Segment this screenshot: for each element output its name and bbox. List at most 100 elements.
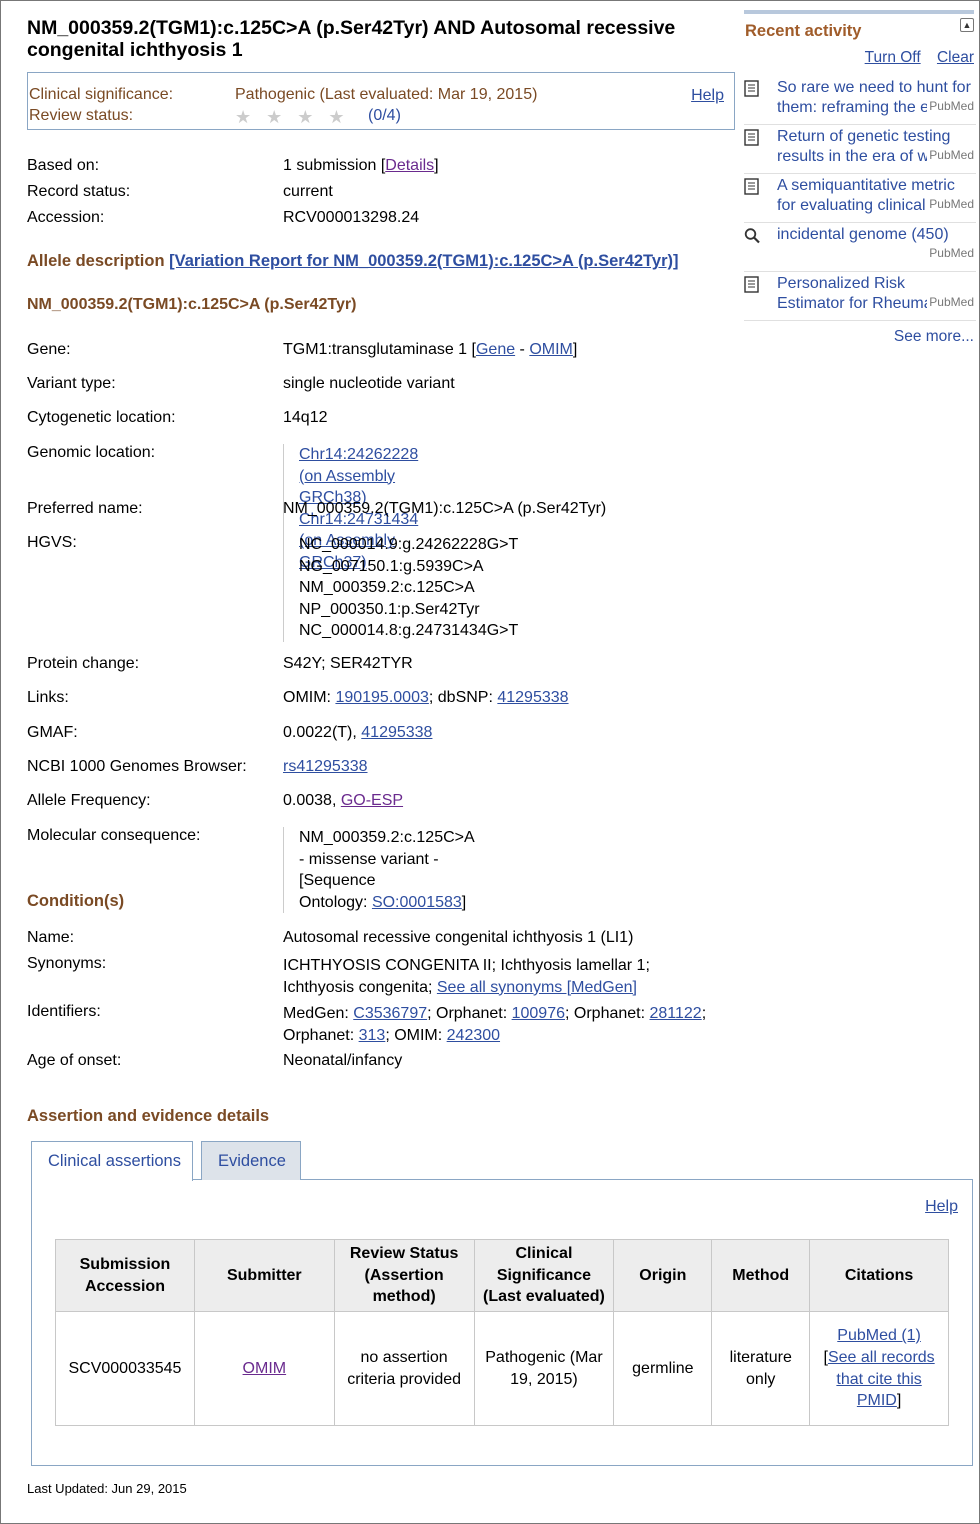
synonyms-label: Synonyms: [27,955,107,972]
cytogenetic-value: 14q12 [283,409,328,426]
genomic-location-label: Genomic location: [27,444,156,461]
recent-activity-source: PubMed [927,246,974,260]
submitter-cell: OMIM [193,1311,335,1426]
record-status-label: Record status: [27,183,131,200]
hgvs-list: NC_000014.9:g.24262228G>T NG_007150.1:g.… [283,534,518,642]
clear-link[interactable]: Clear [937,49,974,66]
hgvs-item: NC_000014.8:g.24731434G>T [299,622,519,640]
recent-activity-item[interactable]: incidental genome (450) PubMed [744,223,976,272]
significance-box: Clinical significance: Pathogenic (Last … [27,72,735,130]
genomes-browser-link[interactable]: rs41295338 [283,758,368,775]
age-of-onset-label: Age of onset: [27,1052,122,1069]
omim-condition-link[interactable]: 242300 [447,1027,500,1044]
allele-name-heading: NM_000359.2(TGM1):c.125C>A (p.Ser42Tyr) [27,296,357,313]
tab-divider [193,1179,973,1180]
age-of-onset-value: Neonatal/infancy [283,1052,403,1069]
page-title: NM_000359.2(TGM1):c.125C>A (p.Ser42Tyr) … [27,17,676,61]
molecular-consequence-value: NM_000359.2:c.125C>A - missense variant … [283,827,474,914]
recent-activity-item[interactable]: Return of genetic testing results in the… [744,125,976,174]
pubmed-citation-link[interactable]: PubMed (1) [837,1327,921,1344]
tab-clinical-assertions[interactable]: Clinical assertions [31,1141,193,1181]
table-row: SCV000033545 OMIM no assertion criteria … [55,1311,949,1426]
orphanet-link[interactable]: 100976 [512,1005,565,1022]
tab-evidence[interactable]: Evidence [201,1141,301,1180]
document-icon [744,80,759,97]
submitter-link[interactable]: OMIM [243,1360,287,1377]
see-more-link[interactable]: See more... [744,328,974,346]
cytogenetic-label: Cytogenetic location: [27,409,176,426]
sequence-ontology-link[interactable]: SO:0001583 [372,894,462,911]
allele-frequency-value: 0.0038, GO-ESP [283,792,404,809]
recent-activity-actions: Turn Off Clear [744,49,974,67]
hgvs-item: NP_000350.1:p.Ser42Tyr [299,600,480,618]
allele-description-heading: Allele description [Variation Report for… [27,252,679,270]
hgvs-label: HGVS: [27,534,77,551]
identifiers-value: MedGen: C3536797; Orphanet: 100976; Orph… [283,1005,707,1044]
recent-activity-source: PubMed [927,295,974,309]
hgvs-item: NM_000359.2:c.125C>A [299,579,475,597]
gene-link[interactable]: Gene [476,341,515,358]
submissions-table: Submission Accession Submitter Review St… [55,1239,949,1426]
submission-accession-cell: SCV000033545 [55,1311,195,1426]
record-status-value: current [283,183,333,200]
review-stars-count: (0/4) [368,107,401,124]
significance-help-link[interactable]: Help [691,87,724,105]
gmaf-link[interactable]: 41295338 [361,724,432,741]
protein-change-value: S42Y; SER42TYR [283,655,413,672]
gene-value: TGM1:transglutaminase 1 [Gene - OMIM] [283,341,578,358]
details-link[interactable]: Details [385,157,434,174]
origin-cell: germline [613,1311,713,1426]
based-on-value: 1 submission [Details] [283,157,439,174]
recent-activity-source: PubMed [927,99,974,113]
based-on-label: Based on: [27,157,100,174]
protein-change-label: Protein change: [27,655,140,672]
recent-activity-source: PubMed [927,197,974,211]
recent-activity-item[interactable]: Personalized Risk Estimator for Rheumato… [744,272,976,321]
recent-activity-item[interactable]: A semiquantitative metric for evaluating… [744,174,976,223]
omim-allele-link[interactable]: 190195.0003 [335,689,428,706]
turn-off-link[interactable]: Turn Off [865,49,921,66]
significance-value: Pathogenic (Last evaluated: Mar 19, 2015… [235,86,538,103]
genomic-location-link[interactable]: Chr14:24262228 (on Assembly GRCh38) [299,446,418,506]
assertion-help-link[interactable]: Help [925,1198,958,1216]
recent-activity-item[interactable]: So rare we need to hunt for them: refram… [744,76,976,125]
links-label: Links: [27,689,69,706]
column-header: Citations [809,1239,949,1312]
genomes-browser-value: rs41295338 [283,758,368,776]
accession-label: Accession: [27,209,105,226]
significance-label: Clinical significance: [29,86,174,103]
conditions-heading: Condition(s) [27,892,125,910]
document-icon [744,129,759,146]
gene-omim-link[interactable]: OMIM [529,341,573,358]
citations-cell: PubMed (1) [See all records that cite th… [809,1311,949,1426]
orphanet-link[interactable]: 281122 [650,1005,702,1022]
column-header: Submission Accession [55,1239,195,1312]
see-all-synonyms-link[interactable]: See all synonyms [MedGen] [437,979,637,996]
links-value: OMIM: 190195.0003; dbSNP: 41295338 [283,689,569,706]
genomes-browser-label: NCBI 1000 Genomes Browser: [27,758,247,775]
dbsnp-link[interactable]: 41295338 [497,689,568,706]
review-stars-icon: ★★★★ [235,107,360,127]
preferred-name-label: Preferred name: [27,500,143,517]
gmaf-value: 0.0022(T), 41295338 [283,724,433,741]
search-icon [744,228,760,244]
medgen-link[interactable]: C3536797 [353,1005,427,1022]
assertion-heading: Assertion and evidence details [27,1107,270,1125]
table-header-row: Submission Accession Submitter Review St… [55,1239,949,1312]
go-esp-link[interactable]: GO-ESP [341,792,403,809]
gmaf-label: GMAF: [27,724,78,741]
collapse-icon[interactable]: ▲ [960,18,974,32]
recent-activity-list: So rare we need to hunt for them: refram… [744,76,976,321]
hgvs-item: NG_007150.1:g.5939C>A [299,557,484,575]
recent-activity-title: Recent activity [745,22,862,40]
document-icon [744,276,759,293]
recent-activity-source: PubMed [927,148,974,162]
column-header: Submitter [193,1239,335,1312]
variation-report-link[interactable]: [Variation Report for NM_000359.2(TGM1):… [169,252,678,270]
column-header: Origin [613,1239,713,1312]
clinical-significance-cell: Pathogenic (Mar 19, 2015) [473,1311,615,1426]
orphanet-link[interactable]: 313 [359,1027,386,1044]
see-all-records-link[interactable]: See all records that cite this PMID [828,1349,935,1409]
document-icon [744,178,759,195]
identifiers-label: Identifiers: [27,1003,101,1020]
